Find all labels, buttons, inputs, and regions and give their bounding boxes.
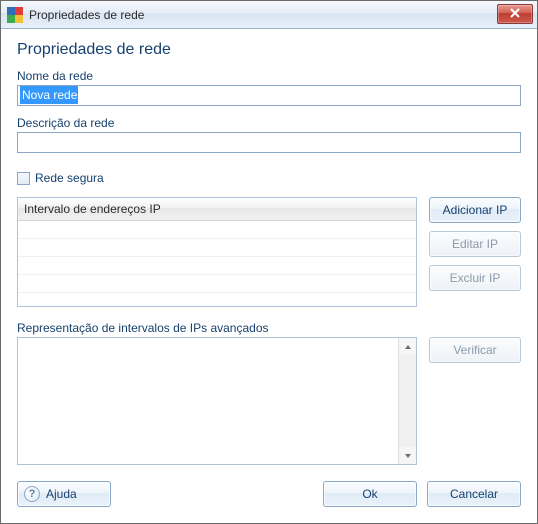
network-name-label: Nome da rede <box>17 69 521 83</box>
ip-range-section: Intervalo de endereços IP Adicionar IP E… <box>17 197 521 307</box>
secure-network-label: Rede segura <box>35 171 104 185</box>
add-ip-button[interactable]: Adicionar IP <box>429 197 521 223</box>
page-heading: Propriedades de rede <box>17 41 521 59</box>
close-icon <box>510 7 520 21</box>
list-row-empty <box>18 275 416 293</box>
list-row-empty <box>18 293 416 307</box>
list-row-empty <box>18 257 416 275</box>
help-button[interactable]: ? Ajuda <box>17 481 111 507</box>
network-name-input[interactable]: Nova rede <box>17 85 521 106</box>
chevron-down-icon <box>404 449 412 463</box>
network-desc-input[interactable] <box>17 132 521 153</box>
edit-ip-button[interactable]: Editar IP <box>429 231 521 257</box>
scroll-down-button[interactable] <box>399 447 416 464</box>
advanced-textarea[interactable] <box>17 337 417 465</box>
dialog-body: Propriedades de rede Nome da rede Nova r… <box>1 29 537 523</box>
scroll-up-button[interactable] <box>399 338 416 355</box>
list-row-empty <box>18 221 416 239</box>
titlebar: Propriedades de rede <box>1 1 537 29</box>
network-name-field: Nome da rede Nova rede <box>17 69 521 106</box>
ip-range-rows <box>18 221 416 307</box>
app-icon <box>7 7 23 23</box>
dialog-footer: ? Ajuda Ok Cancelar <box>17 475 521 507</box>
delete-ip-button[interactable]: Excluir IP <box>429 265 521 291</box>
network-desc-field: Descrição da rede <box>17 116 521 153</box>
close-button[interactable] <box>497 4 533 24</box>
advanced-section: Verificar <box>17 337 521 465</box>
ip-range-column-header[interactable]: Intervalo de endereços IP <box>18 198 416 221</box>
verify-button[interactable]: Verificar <box>429 337 521 363</box>
help-label: Ajuda <box>46 487 77 501</box>
advanced-label: Representação de intervalos de IPs avanç… <box>17 321 521 335</box>
list-row-empty <box>18 239 416 257</box>
help-icon: ? <box>24 486 40 502</box>
window-title: Propriedades de rede <box>29 8 144 22</box>
ok-button[interactable]: Ok <box>323 481 417 507</box>
dialog-window: Propriedades de rede Propriedades de red… <box>0 0 538 524</box>
advanced-scrollbar[interactable] <box>398 338 416 464</box>
network-desc-label: Descrição da rede <box>17 116 521 130</box>
ip-range-list[interactable]: Intervalo de endereços IP <box>17 197 417 307</box>
chevron-up-icon <box>404 340 412 354</box>
advanced-side: Verificar <box>429 337 521 465</box>
secure-network-row[interactable]: Rede segura <box>17 171 521 185</box>
cancel-button[interactable]: Cancelar <box>427 481 521 507</box>
secure-network-checkbox[interactable] <box>17 172 30 185</box>
network-name-value: Nova rede <box>20 86 78 104</box>
ip-side-buttons: Adicionar IP Editar IP Excluir IP <box>429 197 521 307</box>
